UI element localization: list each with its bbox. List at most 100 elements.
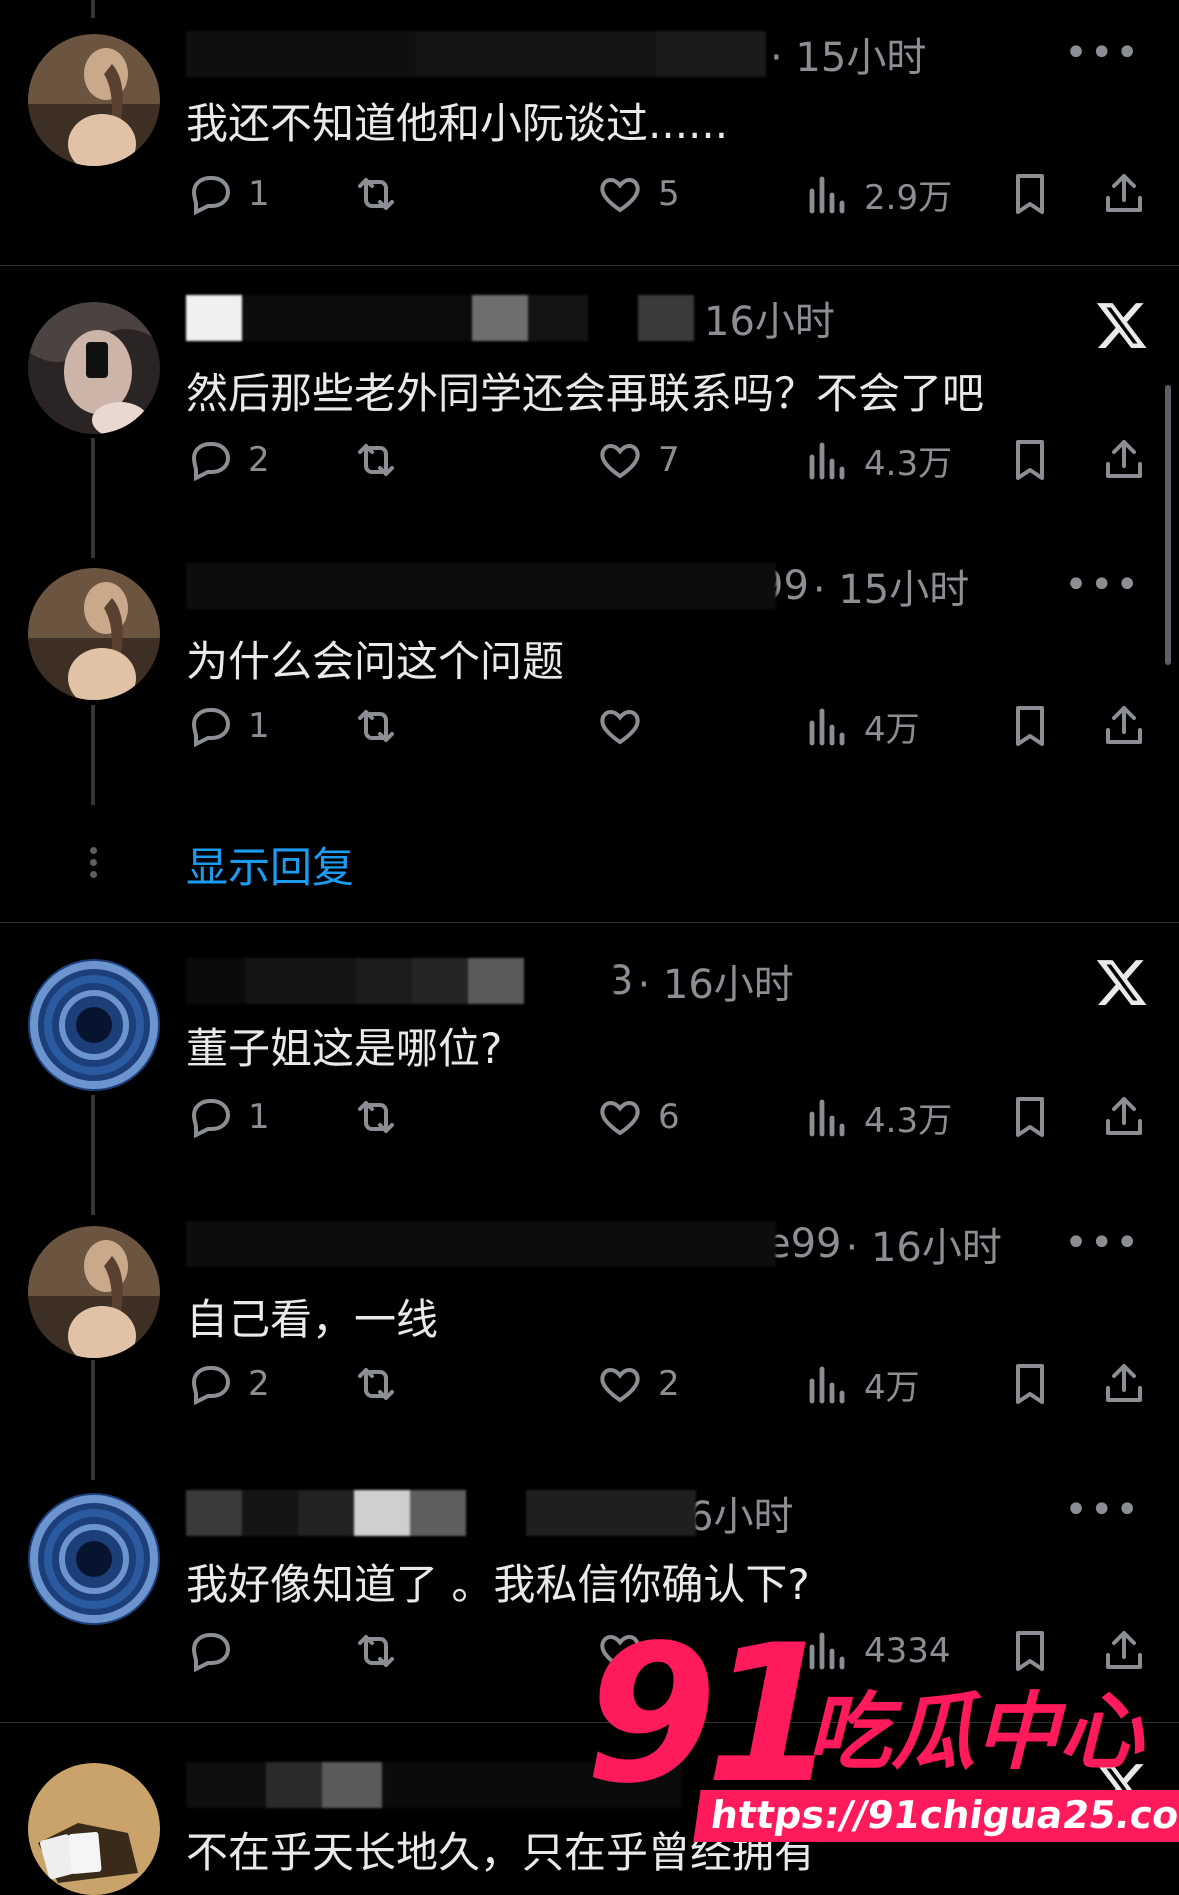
reply-icon (191, 1366, 231, 1406)
reply-post[interactable]: · 15小时 ••• 我还不知道他和小阮谈过...... 1 5 2.9万 (0, 0, 1179, 265)
post-header: 16小时 (186, 290, 835, 346)
redacted-username[interactable] (186, 958, 614, 1004)
avatar-selfie-image (28, 302, 160, 434)
avatar-ponytail-image (28, 568, 160, 700)
share-button[interactable] (1100, 170, 1148, 218)
reply-button[interactable] (186, 1627, 248, 1675)
like-button[interactable]: 7 (596, 436, 680, 484)
bookmark-button[interactable] (1006, 170, 1054, 218)
reply-icon (191, 1633, 231, 1673)
post-actions: 2 7 4.3万 (186, 436, 1155, 496)
redacted-username[interactable] (186, 295, 694, 341)
reply-icon (191, 442, 231, 482)
more-options-icon[interactable]: ••• (1064, 1220, 1141, 1266)
bookmark-icon (1016, 706, 1044, 746)
share-icon (1106, 706, 1142, 744)
views-button[interactable]: 4万 (802, 702, 920, 751)
reply-post[interactable]: 99 · 15小时 ••• 为什么会问这个问题 1 4万 (0, 532, 1179, 792)
watermark: 91 吃瓜中心 https://91chigua25.com (585, 1620, 1179, 1870)
share-button[interactable] (1100, 1093, 1148, 1141)
reply-count: 1 (248, 174, 270, 214)
avatar-cards-image (28, 1763, 160, 1895)
redacted-username[interactable] (186, 1490, 696, 1536)
views-button[interactable]: 4万 (802, 1360, 920, 1409)
like-icon (600, 1367, 640, 1403)
reply-button[interactable]: 1 (186, 702, 270, 750)
post-time: · 16小时 (845, 1225, 1002, 1271)
post-time: · 16小时 (637, 962, 794, 1008)
like-count: 6 (658, 1097, 680, 1137)
views-count: 4.3万 (864, 1101, 953, 1141)
reply-button[interactable]: 2 (186, 436, 270, 484)
reply-post[interactable]: 16小时 然后那些老外同学还会再联系吗？不会了吧 2 7 4.3万 (0, 266, 1179, 528)
reply-count: 1 (248, 1097, 270, 1137)
like-count: 7 (658, 440, 680, 480)
share-button[interactable] (1100, 436, 1148, 484)
reply-post[interactable]: e99 · 16小时 ••• 自己看，一线 2 2 4万 (0, 1190, 1179, 1450)
share-icon (1106, 1364, 1142, 1402)
like-button[interactable] (596, 702, 658, 750)
views-button[interactable]: 2.9万 (802, 170, 952, 219)
retweet-button[interactable] (352, 1093, 414, 1141)
watermark-brand: 吃瓜中心 (807, 1683, 1144, 1781)
views-icon (809, 708, 845, 745)
share-icon (1106, 174, 1142, 212)
views-count: 4万 (864, 1368, 920, 1408)
like-icon (600, 709, 640, 745)
retweet-button[interactable] (352, 436, 414, 484)
bookmark-button[interactable] (1006, 1093, 1054, 1141)
redacted-username[interactable] (186, 1221, 776, 1267)
views-count: 4.3万 (864, 444, 953, 484)
retweet-button[interactable] (352, 1627, 414, 1675)
bookmark-button[interactable] (1006, 702, 1054, 750)
more-options-icon[interactable]: ••• (1064, 1487, 1141, 1533)
bookmark-icon (1016, 1097, 1044, 1137)
reply-button[interactable]: 2 (186, 1360, 270, 1408)
redacted-username[interactable] (186, 563, 776, 609)
post-actions: 1 4万 (186, 702, 1155, 762)
like-button[interactable]: 2 (596, 1360, 680, 1408)
views-button[interactable]: 4.3万 (802, 436, 952, 485)
like-button[interactable]: 5 (596, 170, 680, 218)
redacted-username[interactable] (186, 31, 766, 77)
avatar-ponytail-image (28, 34, 160, 166)
share-button[interactable] (1100, 702, 1148, 750)
retweet-button[interactable] (352, 170, 414, 218)
views-count: 2.9万 (864, 178, 953, 218)
avatar[interactable] (28, 34, 160, 166)
share-button[interactable] (1100, 1360, 1148, 1408)
more-options-icon[interactable]: ••• (1064, 30, 1141, 76)
post-time: 6小时 (688, 1494, 794, 1540)
show-replies-link[interactable]: 显示回复 (186, 834, 354, 895)
views-button[interactable]: 4.3万 (802, 1093, 952, 1142)
bookmark-button[interactable] (1006, 1360, 1054, 1408)
avatar[interactable] (28, 959, 160, 1091)
avatar[interactable] (28, 1493, 160, 1625)
retweet-icon (358, 1368, 394, 1400)
like-count: 2 (658, 1364, 680, 1404)
like-icon (600, 1100, 640, 1136)
avatar[interactable] (28, 1226, 160, 1358)
post-actions: 2 2 4万 (186, 1360, 1155, 1420)
share-icon (1106, 1097, 1142, 1135)
retweet-button[interactable] (352, 702, 414, 750)
avatar-vortex-image (28, 1493, 160, 1625)
like-button[interactable]: 6 (596, 1093, 680, 1141)
reply-button[interactable]: 1 (186, 170, 270, 218)
watermark-url: https://91chigua25.com (693, 1790, 1179, 1842)
reply-button[interactable]: 1 (186, 1093, 270, 1141)
bookmark-button[interactable] (1006, 436, 1054, 484)
reply-post[interactable]: 3 · 16小时 董子姐这是哪位? 1 6 4.3万 (0, 923, 1179, 1183)
reply-icon (191, 1099, 231, 1139)
avatar[interactable] (28, 1763, 160, 1895)
more-options-icon[interactable]: ••• (1064, 562, 1141, 608)
post-text: 董子姐这是哪位? (186, 1024, 503, 1073)
retweet-button[interactable] (352, 1360, 414, 1408)
avatar[interactable] (28, 568, 160, 700)
post-text: 我好像知道了 。我私信你确认下? (186, 1560, 810, 1609)
avatar[interactable] (28, 302, 160, 434)
post-header: 99 · 15小时 (186, 558, 969, 614)
post-actions: 1 5 2.9万 (186, 170, 1155, 230)
retweet-icon (358, 710, 394, 742)
views-count: 4万 (864, 710, 920, 750)
